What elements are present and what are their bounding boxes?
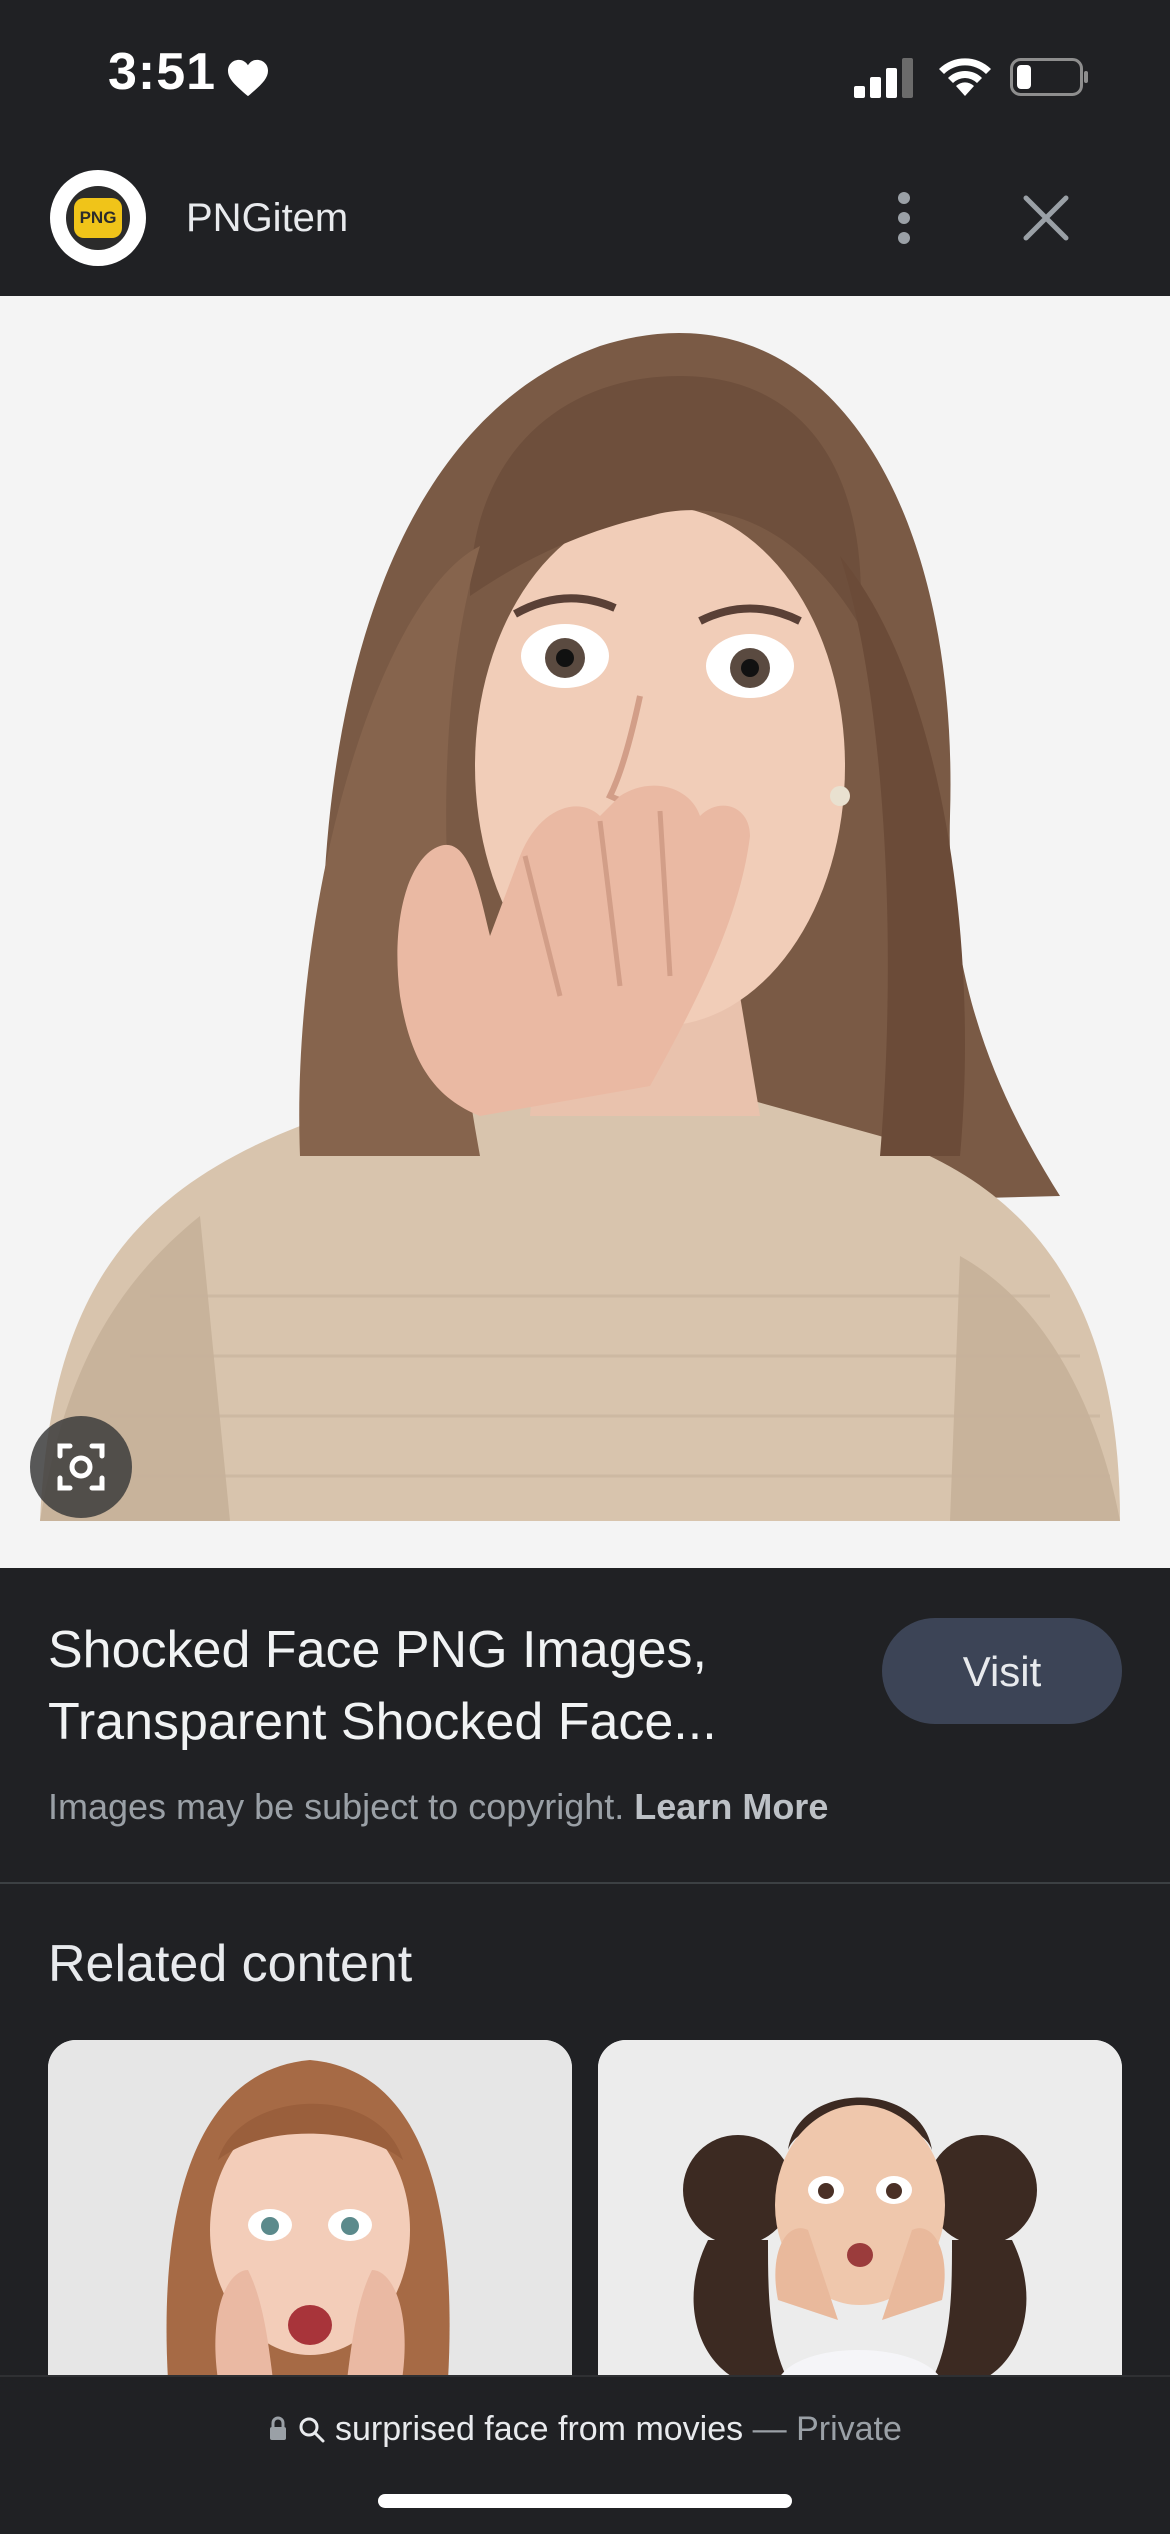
site-name[interactable]: PNGitem <box>186 196 348 241</box>
heart-icon <box>228 59 268 97</box>
lock-icon <box>270 2416 287 2440</box>
more-options-icon[interactable] <box>880 180 928 256</box>
search-query-text: surprised face from movies <box>335 2410 744 2448</box>
learn-more-link[interactable]: Learn More <box>634 1786 828 1827</box>
status-time: 3:51 <box>108 43 217 101</box>
lens-scan-icon <box>57 1443 105 1491</box>
result-title-line-1: Shocked Face PNG Images, <box>48 1621 707 1679</box>
surprised-girl-thumbnail <box>598 2040 1122 2380</box>
related-card-surprised-girl[interactable] <box>598 2040 1122 2380</box>
result-title[interactable]: Shocked Face PNG Images, Transparent Sho… <box>48 1614 808 1758</box>
result-title-line-2: Transparent Shocked Face... <box>48 1693 717 1751</box>
search-icon <box>299 2417 325 2443</box>
site-header <box>0 160 1170 295</box>
visit-button[interactable]: Visit <box>882 1618 1122 1724</box>
cellular-signal-icon <box>854 58 913 98</box>
logo-circle: PNG <box>66 186 130 250</box>
home-indicator[interactable] <box>378 2494 792 2508</box>
separator-dash: — <box>752 2410 787 2448</box>
related-card-surprised-woman[interactable] <box>48 2040 572 2380</box>
copyright-note: Images may be subject to copyright. Lear… <box>48 1786 828 1828</box>
surprised-woman-thumbnail <box>48 2040 572 2380</box>
shocked-woman-illustration <box>0 296 1170 1568</box>
search-query-bar[interactable]: surprised face from movies — Private <box>0 2410 1170 2449</box>
wifi-icon <box>939 58 991 96</box>
logo-badge: PNG <box>74 198 122 238</box>
site-logo[interactable]: PNG <box>50 170 146 266</box>
battery-icon <box>1010 58 1088 96</box>
section-divider <box>0 1882 1170 1884</box>
google-lens-button[interactable] <box>30 1416 132 1518</box>
bottom-address-bar <box>0 2375 1170 2534</box>
related-content-heading: Related content <box>48 1935 413 1993</box>
close-icon[interactable] <box>1016 188 1076 248</box>
copyright-text: Images may be subject to copyright. <box>48 1786 625 1827</box>
main-image-shocked-woman[interactable] <box>0 296 1170 1568</box>
private-mode-label: Private <box>796 2410 902 2448</box>
